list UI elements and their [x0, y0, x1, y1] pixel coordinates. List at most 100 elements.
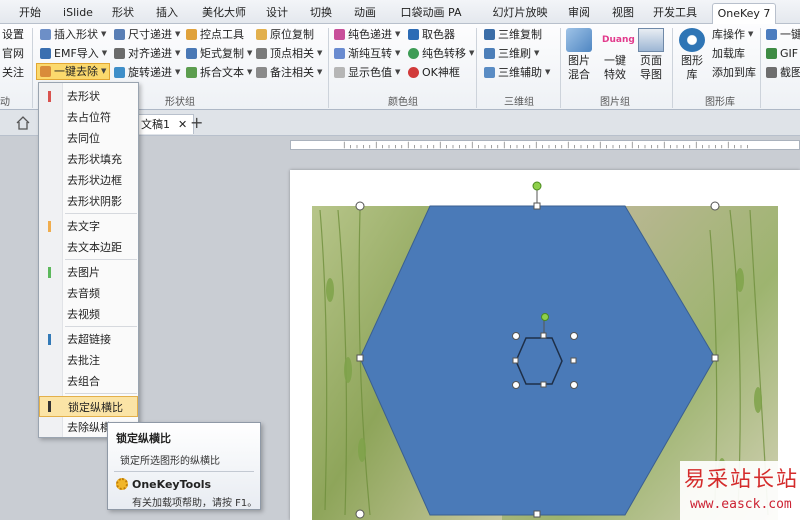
ok-frame-button[interactable]: OK神框	[408, 64, 460, 81]
small-resize-handle[interactable]	[540, 332, 547, 339]
handle-tool-button[interactable]: 控点工具	[186, 26, 244, 43]
one-click-right-label: 一键	[780, 28, 800, 41]
small-rotation-handle[interactable]	[541, 313, 549, 321]
tab-slideshow[interactable]: 幻灯片放映	[490, 3, 550, 24]
tab-onekey[interactable]: OneKey 7	[712, 3, 776, 25]
split-text-button[interactable]: 拆合文本 ▼	[186, 64, 252, 81]
tab-home[interactable]: 开始	[14, 3, 46, 24]
tab-beautify[interactable]: 美化大师	[198, 3, 250, 24]
settings-item[interactable]: 设置	[2, 26, 24, 43]
tab-animation[interactable]: 动画	[350, 3, 380, 24]
menu-item[interactable]: 去文字	[39, 216, 138, 237]
tab-transition[interactable]: 切换	[306, 3, 336, 24]
library-operate-button[interactable]: 库操作 ▼	[712, 26, 753, 43]
menu-item[interactable]: 去文本边距	[39, 237, 138, 258]
threed-copy-button[interactable]: 三维复制	[484, 26, 542, 43]
menu-item[interactable]: 去音频	[39, 283, 138, 304]
matrix-copy-button[interactable]: 矩式复制 ▼	[186, 45, 252, 62]
notes-related-button[interactable]: 备注相关 ▼	[256, 64, 322, 81]
one-click-remove-button[interactable]: 一键去除 ▼	[36, 63, 111, 80]
size-progression-button[interactable]: 尺寸递进 ▼	[114, 26, 180, 43]
tab-design[interactable]: 设计	[262, 3, 292, 24]
dropdown-arrow-icon: ▼	[317, 49, 323, 57]
assist-icon	[484, 67, 495, 78]
menu-item[interactable]: 去形状	[39, 86, 138, 107]
threed-brush-button[interactable]: 三维刷 ▼	[484, 45, 539, 62]
load-library-button[interactable]: 加载库	[712, 45, 745, 62]
show-color-value-button[interactable]: 显示色值 ▼	[334, 64, 400, 81]
tab-view[interactable]: 视图	[608, 3, 638, 24]
resize-handle[interactable]	[533, 202, 541, 210]
tab-developer[interactable]: 开发工具	[652, 3, 698, 24]
insert-shape-button[interactable]: 插入形状 ▼	[40, 26, 106, 43]
resize-handle[interactable]	[355, 509, 365, 519]
menu-item[interactable]: 去视频	[39, 304, 138, 325]
website-label: 官网	[2, 47, 24, 60]
color-icon	[334, 29, 345, 40]
align-progression-button[interactable]: 对齐递进 ▼	[114, 45, 180, 62]
gradient-convert-button[interactable]: 渐纯互转 ▼	[334, 45, 400, 62]
one-click-effect-button[interactable]: Duang 一键 特效	[598, 28, 635, 82]
menu-item[interactable]: 去形状边框	[39, 170, 138, 191]
dropdown-arrow-icon: ▼	[175, 49, 181, 57]
tab-insert[interactable]: 插入	[152, 3, 182, 24]
follow-item[interactable]: 关注	[2, 64, 24, 81]
close-tab-icon[interactable]: ✕	[178, 116, 187, 134]
solid-color-transfer-button[interactable]: 纯色转移 ▼	[408, 45, 474, 62]
tab-pocket-anim[interactable]: 口袋动画 PA	[398, 3, 464, 24]
threed-assist-button[interactable]: 三维辅助 ▼	[484, 64, 550, 81]
rotation-handle[interactable]	[532, 181, 542, 191]
shape-library-button[interactable]: 图形 库	[676, 28, 708, 82]
in-place-copy-button[interactable]: 原位复制	[256, 26, 314, 43]
resize-handle[interactable]	[710, 201, 720, 211]
page-map-button[interactable]: 页面 导图	[634, 28, 668, 82]
menu-item[interactable]: 去组合	[39, 371, 138, 392]
website-item[interactable]: 官网	[2, 45, 24, 62]
tab-shape[interactable]: 形状	[108, 3, 138, 24]
separator	[476, 28, 477, 108]
menu-item[interactable]: 去形状阴影	[39, 191, 138, 212]
menu-item[interactable]: 去批注	[39, 350, 138, 371]
solid-color-progression-button[interactable]: 纯色递进 ▼	[334, 26, 400, 43]
one-click-icon	[766, 29, 777, 40]
small-resize-handle[interactable]	[540, 381, 547, 388]
resize-handle[interactable]	[355, 201, 365, 211]
resize-handle[interactable]	[356, 354, 364, 362]
dropdown-arrow-icon: ▼	[247, 49, 253, 57]
menu-item[interactable]: 去同位	[39, 128, 138, 149]
new-tab-icon[interactable]: +	[190, 113, 203, 132]
screenshot-icon	[766, 67, 777, 78]
tab-review[interactable]: 审阅	[564, 3, 594, 24]
small-resize-handle[interactable]	[512, 332, 520, 340]
rotate-progression-button[interactable]: 旋转递进 ▼	[114, 64, 180, 81]
gif-button[interactable]: GIF	[766, 45, 798, 62]
shape-library-icon	[679, 28, 705, 52]
menu-item[interactable]: 锁定纵横比	[39, 396, 138, 417]
home-icon[interactable]	[16, 116, 30, 130]
emf-import-button[interactable]: EMF导入 ▼	[40, 45, 107, 62]
tooltip-description: 锁定所选图形的纵横比	[120, 456, 220, 467]
one-click-right-button[interactable]: 一键	[766, 26, 800, 43]
menu-item[interactable]: 去超链接	[39, 329, 138, 350]
menu-item[interactable]: 去占位符	[39, 107, 138, 128]
horizontal-ruler	[290, 140, 800, 150]
add-to-library-button[interactable]: 添加到库	[712, 64, 756, 81]
small-resize-handle[interactable]	[512, 381, 520, 389]
menu-item[interactable]: 去图片	[39, 262, 138, 283]
ribbon-tab-bar: 开始 iSlide 形状 插入 美化大师 设计 切换 动画 口袋动画 PA 幻灯…	[0, 0, 800, 25]
small-resize-handle[interactable]	[512, 357, 519, 364]
copy-icon	[256, 29, 267, 40]
screenshot-button[interactable]: 截图	[766, 64, 800, 81]
resize-handle[interactable]	[711, 354, 719, 362]
small-hexagon-shape[interactable]	[515, 337, 563, 385]
resize-handle[interactable]	[533, 510, 541, 518]
small-resize-handle[interactable]	[570, 381, 578, 389]
small-resize-handle[interactable]	[570, 332, 578, 340]
document-tab[interactable]: 文稿1 ✕	[134, 114, 195, 134]
image-blend-button[interactable]: 图片 混合	[562, 28, 596, 82]
small-resize-handle[interactable]	[570, 357, 577, 364]
tab-islide[interactable]: iSlide	[60, 3, 96, 24]
color-picker-button[interactable]: 取色器	[408, 26, 455, 43]
vertex-related-button[interactable]: 顶点相关 ▼	[256, 45, 322, 62]
menu-item[interactable]: 去形状填充	[39, 149, 138, 170]
